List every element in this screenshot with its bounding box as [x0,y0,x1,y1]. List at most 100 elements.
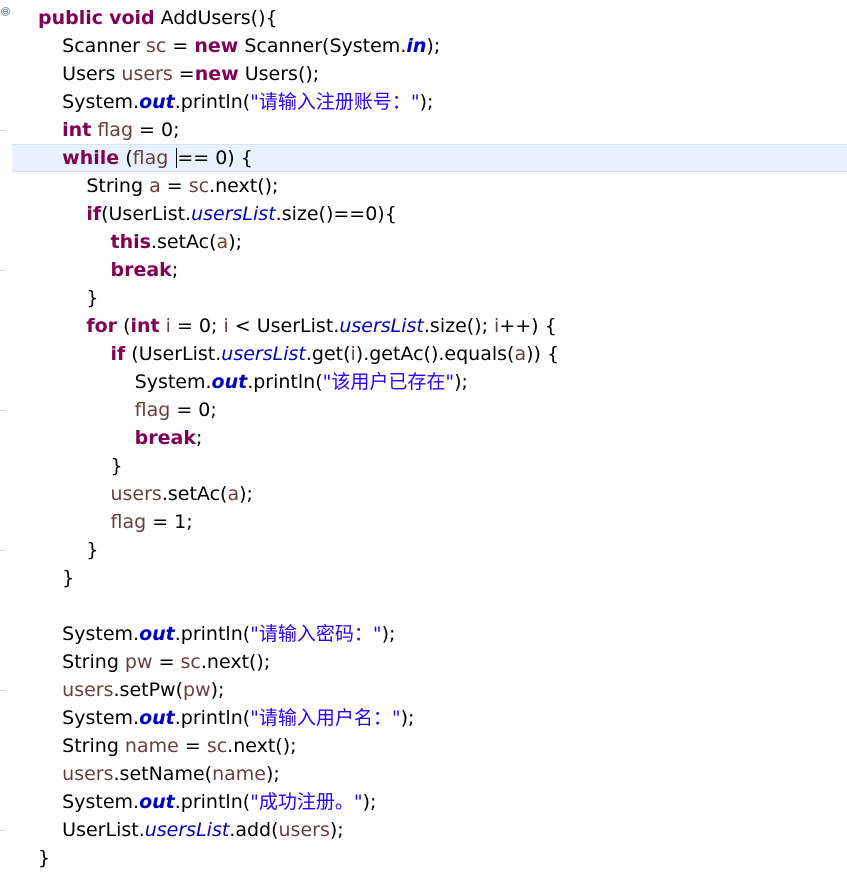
code-line[interactable]: flag = 1; [38,508,559,536]
code-token: new [194,63,239,85]
code-token: out [139,791,175,813]
code-text[interactable]: public void AddUsers(){ Scanner sc = new… [38,4,559,872]
code-token: .setAc( [150,231,217,253]
code-token: ); [400,707,415,729]
code-line[interactable]: } [38,844,559,872]
code-token: ; [195,427,203,449]
code-line[interactable]: System.out.println("该用户已存在"); [38,368,559,396]
code-token: break [110,259,172,281]
code-token: ); [454,371,468,393]
code-line[interactable]: users.setPw(pw); [38,676,559,704]
code-line[interactable]: this.setAc(a); [38,228,559,256]
code-token: public [38,7,104,29]
code-token: ; [171,259,179,281]
code-token: .next(); [227,735,297,757]
code-token: out [211,371,248,393]
code-editor[interactable]: ⊖ public void AddUsers(){ Scanner sc = n… [0,0,847,884]
gutter-marker [0,830,6,831]
code-token: out [139,707,175,729]
code-line[interactable]: System.out.println("请输入注册账号："); [38,88,559,116]
code-token: .setAc( [161,483,228,505]
code-line[interactable]: if(UserList.usersList.size()==0){ [38,200,559,228]
code-token: "请输入注册账号：" [250,91,420,113]
code-token: ); [381,623,396,645]
code-token: break [134,427,196,449]
code-line[interactable]: String name = sc.next(); [38,732,559,760]
code-token: .next(); [209,175,279,197]
code-line[interactable]: } [38,536,559,564]
code-token: ); [426,35,441,57]
code-token: ); [329,819,344,841]
code-token: .setPw( [113,679,184,701]
code-line[interactable]: System.out.println("请输入密码："); [38,620,559,648]
code-token: name [212,763,266,785]
code-token: .println( [174,791,251,813]
code-token: a [216,231,229,253]
code-line[interactable]: System.out.println("成功注册。"); [38,788,559,816]
code-line[interactable]: public void AddUsers(){ [38,4,559,32]
code-token: flag [132,147,169,169]
code-token: = [172,63,195,85]
code-token: sc [145,35,167,57]
code-token: String [62,651,125,673]
code-token: usersList [191,203,276,225]
code-line[interactable]: } [38,564,559,592]
code-token: = [178,735,207,757]
code-line[interactable]: System.out.println("请输入用户名："); [38,704,559,732]
code-token: users [278,819,330,841]
code-token: Users [62,63,122,85]
code-token: int [130,315,160,337]
code-token: (UserList. [125,343,222,365]
code-token: ); [419,91,434,113]
code-token: = 0; [170,399,217,421]
code-token: < UserList. [228,315,340,337]
code-token: users [62,763,114,785]
code-line[interactable]: if (UserList.usersList.get(i).getAc().eq… [38,340,559,368]
code-line[interactable]: Scanner sc = new Scanner(System.in); [38,32,559,60]
code-token: usersList [221,343,306,365]
code-token: flag [97,119,134,141]
code-line[interactable]: while (flag == 0) { [38,144,559,172]
code-line[interactable]: } [38,452,559,480]
code-token: this [110,231,151,253]
code-token: = [166,35,195,57]
code-token: while [62,147,120,169]
code-line[interactable]: flag = 0; [38,396,559,424]
code-line[interactable]: break; [38,424,559,452]
code-token: a [149,175,161,197]
collapse-icon[interactable]: ⊖ [1,7,10,16]
code-token: .println( [247,371,323,393]
code-line[interactable]: break; [38,256,559,284]
code-line[interactable]: for (int i = 0; i < UserList.usersList.s… [38,312,559,340]
code-token: void [109,7,155,29]
code-line[interactable] [38,592,559,620]
code-token: flag [134,399,171,421]
code-token: for [86,315,118,337]
code-token: ( [119,147,133,169]
code-token: (UserList. [101,203,192,225]
code-line[interactable]: Users users =new Users(); [38,60,559,88]
code-line[interactable]: users.setAc(a); [38,480,559,508]
code-token: = 0; [133,119,180,141]
code-line[interactable]: String a = sc.next(); [38,172,559,200]
code-line[interactable]: int flag = 0; [38,116,559,144]
code-token: System. [62,791,140,813]
code-line[interactable]: String pw = sc.next(); [38,648,559,676]
code-token: System. [62,707,140,729]
code-token: out [139,623,175,645]
code-token: users [121,63,173,85]
code-line[interactable]: UserList.usersList.add(users); [38,816,559,844]
code-line[interactable]: } [38,284,559,312]
code-line[interactable]: users.setName(name); [38,760,559,788]
